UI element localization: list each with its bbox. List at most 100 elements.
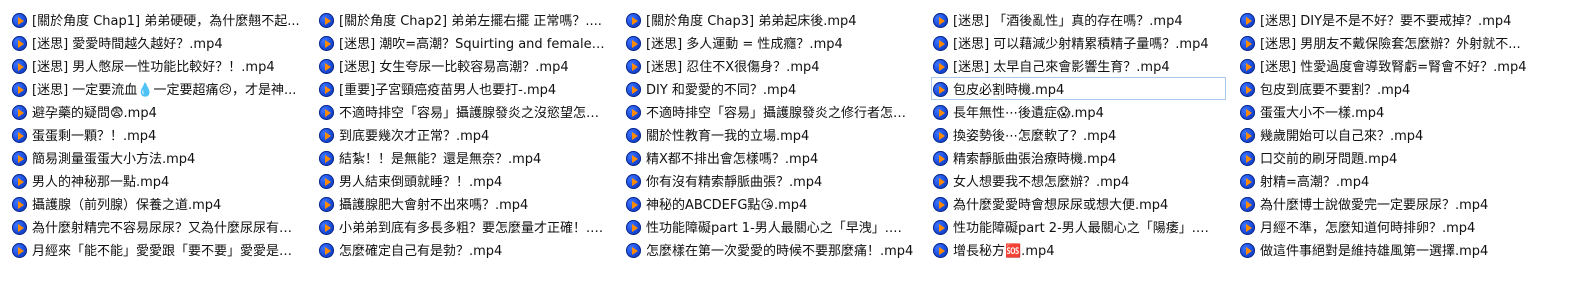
file-item[interactable]: [迷思] 潮吹=高潮？Squirting and female ... bbox=[317, 31, 612, 54]
file-name: 口交前的刷牙問題.mp4 bbox=[1260, 152, 1398, 167]
file-item[interactable]: [迷思] 女生夸尿一比較容易高潮？.mp4 bbox=[317, 54, 612, 77]
media-file-icon bbox=[626, 105, 641, 120]
media-file-icon bbox=[933, 105, 948, 120]
media-file-icon bbox=[319, 174, 334, 189]
media-file-icon bbox=[12, 151, 27, 166]
file-item[interactable]: 男人的神秘那一點.mp4 bbox=[10, 169, 305, 192]
media-file-icon bbox=[12, 13, 27, 28]
file-name: [迷思] 男朋友不戴保險套怎麼辦？外射就不... bbox=[1260, 37, 1521, 52]
file-item[interactable]: 射精=高潮？.mp4 bbox=[1238, 169, 1568, 192]
file-item[interactable]: 月經不準，怎麼知道何時排卵？.mp4 bbox=[1238, 215, 1568, 238]
file-item[interactable]: [迷思] 太早自己來會影響生育？.mp4 bbox=[931, 54, 1226, 77]
media-file-icon bbox=[1240, 105, 1255, 120]
file-item[interactable]: 包皮到底要不要割？.mp4 bbox=[1238, 77, 1568, 100]
file-column-3: [關於角度 Chap3] 弟弟起床後.mp4 [迷思] 多人運動 = 性成癮？.… bbox=[624, 8, 919, 261]
file-item[interactable]: 精X都不排出會怎樣嗎？.mp4 bbox=[624, 146, 919, 169]
file-item[interactable]: 為什麼博士說做愛完一定要尿尿？.mp4 bbox=[1238, 192, 1568, 215]
file-item[interactable]: [迷思] 男朋友不戴保險套怎麼辦？外射就不... bbox=[1238, 31, 1568, 54]
media-file-icon bbox=[319, 36, 334, 51]
file-name: 怎麼確定自己有是勃？.mp4 bbox=[339, 244, 503, 259]
file-item[interactable]: 神秘的ABCDEFG點😘.mp4 bbox=[624, 192, 919, 215]
file-item[interactable]: 攝護腺（前列腺）保養之道.mp4 bbox=[10, 192, 305, 215]
file-name: 換姿勢後⋯怎麼軟了？.mp4 bbox=[953, 129, 1117, 144]
file-item[interactable]: 性功能障礙part 2-男人最關心之「陽痿」.mp4 bbox=[931, 215, 1226, 238]
file-item[interactable]: [迷思] 男人憋尿一性功能比較好？！.mp4 bbox=[10, 54, 305, 77]
file-item[interactable]: 蛋蛋剩一顆？！.mp4 bbox=[10, 123, 305, 146]
media-file-icon bbox=[12, 243, 27, 258]
media-file-icon bbox=[933, 128, 948, 143]
file-item[interactable]: [迷思] 可以藉減少射精累積精子量嗎？.mp4 bbox=[931, 31, 1226, 54]
file-name: [關於角度 Chap3] 弟弟起床後.mp4 bbox=[646, 14, 857, 29]
file-item[interactable]: 為什麼愛愛時會想尿尿或想大便.mp4 bbox=[931, 192, 1226, 215]
file-name: 為什麼愛愛時會想尿尿或想大便.mp4 bbox=[953, 198, 1169, 213]
file-item[interactable]: 到底要幾次才正常？.mp4 bbox=[317, 123, 612, 146]
file-name: [迷思] 女生夸尿一比較容易高潮？.mp4 bbox=[339, 60, 569, 75]
media-file-icon bbox=[1240, 13, 1255, 28]
file-item[interactable]: 做這件事絕對是維持雄風第一選擇.mp4 bbox=[1238, 238, 1568, 261]
media-file-icon bbox=[12, 105, 27, 120]
file-item[interactable]: [迷思] 愛愛時間越久越好？.mp4 bbox=[10, 31, 305, 54]
media-file-icon bbox=[12, 36, 27, 51]
file-item[interactable]: 簡易測量蛋蛋大小方法.mp4 bbox=[10, 146, 305, 169]
media-file-icon bbox=[319, 13, 334, 28]
file-name: 精索靜脈曲張治療時機.mp4 bbox=[953, 152, 1117, 167]
file-item[interactable]: 增長秘方🆘.mp4 bbox=[931, 238, 1226, 261]
file-item[interactable]: 長年無性⋯後遺症😱.mp4 bbox=[931, 100, 1226, 123]
media-file-icon bbox=[1240, 243, 1255, 258]
file-item[interactable]: 蛋蛋大小不一樣.mp4 bbox=[1238, 100, 1568, 123]
file-item[interactable]: 性功能障礙part 1-男人最關心之「早洩」.mp4 bbox=[624, 215, 919, 238]
media-file-icon bbox=[1240, 36, 1255, 51]
file-item[interactable]: 精索靜脈曲張治療時機.mp4 bbox=[931, 146, 1226, 169]
media-file-icon bbox=[319, 105, 334, 120]
file-item[interactable]: 為什麼射精完不容易尿尿？又為什麼尿尿有時... bbox=[10, 215, 305, 238]
file-item[interactable]: 口交前的刷牙問題.mp4 bbox=[1238, 146, 1568, 169]
file-item[interactable]: 不適時排空「容易」攝護腺發炎之修行者怎麼... bbox=[624, 100, 919, 123]
media-file-icon bbox=[1240, 59, 1255, 74]
file-name: 做這件事絕對是維持雄風第一選擇.mp4 bbox=[1260, 244, 1489, 259]
file-item[interactable]: 小弟弟到底有多長多粗？要怎麼量才正確！.m... bbox=[317, 215, 612, 238]
file-item[interactable]: [迷思] DIY是不是不好？要不要戒掉？.mp4 bbox=[1238, 8, 1568, 31]
media-file-icon bbox=[319, 151, 334, 166]
media-file-icon bbox=[319, 59, 334, 74]
media-file-icon bbox=[933, 82, 948, 97]
file-item[interactable]: 男人結束倒頭就睡？！.mp4 bbox=[317, 169, 612, 192]
file-item[interactable]: 你有沒有精索靜脈曲張？.mp4 bbox=[624, 169, 919, 192]
file-item[interactable]: 不適時排空「容易」攝護腺發炎之沒慾望怎麼... bbox=[317, 100, 612, 123]
file-column-2: [關於角度 Chap2] 弟弟左擺右擺 正常嗎？.... [迷思] 潮吹=高潮？… bbox=[317, 8, 612, 261]
media-file-icon bbox=[12, 128, 27, 143]
media-file-icon bbox=[319, 128, 334, 143]
media-file-icon bbox=[933, 151, 948, 166]
file-column-1: [關於角度 Chap1] 弟弟硬硬，為什麼翹不起... [迷思] 愛愛時間越久越… bbox=[10, 8, 305, 261]
file-item[interactable]: [迷思] 忍住不X很傷身？.mp4 bbox=[624, 54, 919, 77]
file-name: 到底要幾次才正常？.mp4 bbox=[339, 129, 490, 144]
file-name: 月經不準，怎麼知道何時排卵？.mp4 bbox=[1260, 221, 1476, 236]
media-file-icon bbox=[626, 243, 641, 258]
file-item[interactable]: 月經來「能不能」愛愛跟「要不要」愛愛是兩... bbox=[10, 238, 305, 261]
file-item[interactable]: 女人想要我不想怎麼辦？.mp4 bbox=[931, 169, 1226, 192]
file-item[interactable]: 攝護腺肥大會射不出來嗎？.mp4 bbox=[317, 192, 612, 215]
file-item[interactable]: [關於角度 Chap2] 弟弟左擺右擺 正常嗎？.... bbox=[317, 8, 612, 31]
file-item[interactable]: [迷思] 多人運動 = 性成癮？.mp4 bbox=[624, 31, 919, 54]
file-name: 增長秘方🆘.mp4 bbox=[953, 244, 1055, 259]
file-item[interactable]: [關於角度 Chap3] 弟弟起床後.mp4 bbox=[624, 8, 919, 31]
file-item[interactable]: [迷思] 一定要流血💧一定要超痛😣，才是神... bbox=[10, 77, 305, 100]
file-item[interactable]: [迷思] 性愛過度會導致腎虧=腎會不好？.mp4 bbox=[1238, 54, 1568, 77]
file-item[interactable]: [重要]子宮頸癌疫苗男人也要打-.mp4 bbox=[317, 77, 612, 100]
file-item[interactable]: 換姿勢後⋯怎麼軟了？.mp4 bbox=[931, 123, 1226, 146]
media-file-icon bbox=[1240, 151, 1255, 166]
file-item[interactable]: 怎麼確定自己有是勃？.mp4 bbox=[317, 238, 612, 261]
file-item-selected[interactable]: 包皮必割時機.mp4 bbox=[931, 77, 1226, 100]
file-item[interactable]: [關於角度 Chap1] 弟弟硬硬，為什麼翹不起... bbox=[10, 8, 305, 31]
file-item[interactable]: 避孕藥的疑問😨.mp4 bbox=[10, 100, 305, 123]
file-name: 簡易測量蛋蛋大小方法.mp4 bbox=[32, 152, 196, 167]
file-item[interactable]: DIY 和愛愛的不同？.mp4 bbox=[624, 77, 919, 100]
media-file-icon bbox=[319, 82, 334, 97]
file-item[interactable]: 結紮！！是無能？還是無奈？.mp4 bbox=[317, 146, 612, 169]
media-file-icon bbox=[1240, 220, 1255, 235]
media-file-icon bbox=[626, 13, 641, 28]
file-item[interactable]: 怎麼樣在第一次愛愛的時候不要那麼痛！.mp4 bbox=[624, 238, 919, 261]
file-item[interactable]: [迷思] 「酒後亂性」真的存在嗎？.mp4 bbox=[931, 8, 1226, 31]
file-item[interactable]: 幾歲開始可以自己來？.mp4 bbox=[1238, 123, 1568, 146]
file-name: [迷思] 一定要流血💧一定要超痛😣，才是神... bbox=[32, 83, 297, 98]
file-item[interactable]: 關於性教育一我的立場.mp4 bbox=[624, 123, 919, 146]
